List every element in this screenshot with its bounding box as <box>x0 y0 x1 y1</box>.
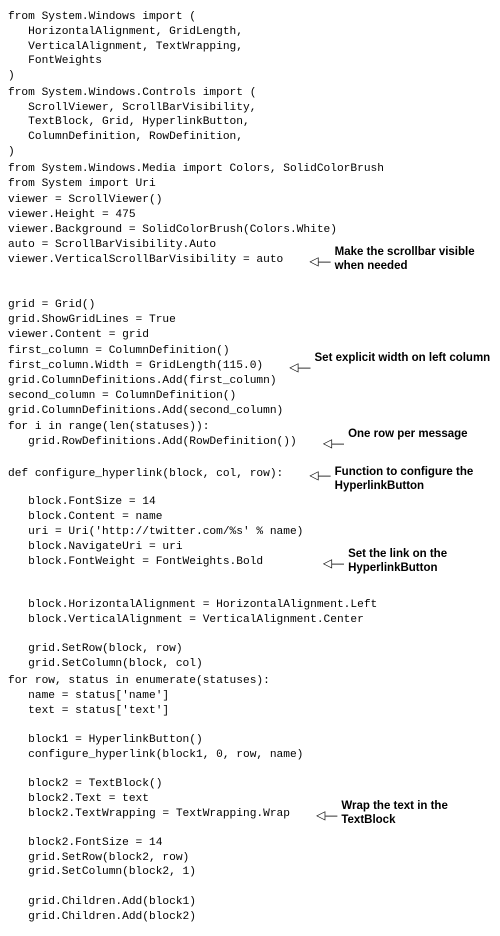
blank-line <box>8 283 492 298</box>
blank-line <box>8 763 492 778</box>
code-first-column-width: first_column.Width = GridLength(115.0) <box>8 359 283 374</box>
annotation-link: Set the link on the HyperlinkButton <box>348 547 492 576</box>
code-loop-add-children: grid.Children.Add(block1) grid.Children.… <box>8 895 492 925</box>
code-loop-header: for row, status in enumerate(statuses): … <box>8 674 492 718</box>
annotation-wrap: Wrap the text in the TextBlock <box>341 799 492 828</box>
blank-line <box>8 718 492 733</box>
code-viewer-auto: auto = ScrollBarVisibility.Auto <box>8 238 216 253</box>
code-imports-media: from System.Windows.Media import Colors,… <box>8 162 492 192</box>
code-first-column-def: first_column = ColumnDefinition() <box>8 344 230 359</box>
blank-line <box>8 628 492 643</box>
code-rows-add: grid.RowDefinitions.Add(RowDefinition()) <box>8 435 317 450</box>
code-fn-alignment: block.HorizontalAlignment = HorizontalAl… <box>8 598 492 628</box>
code-fn-navigateuri: block.NavigateUri = uri <box>8 540 183 555</box>
code-rows-loop: for i in range(len(statuses)): <box>8 420 209 435</box>
code-fn-def: def configure_hyperlink(block, col, row)… <box>8 467 303 482</box>
code-viewer-setup: viewer = ScrollViewer() viewer.Height = … <box>8 193 492 237</box>
arrow-icon: ◁— <box>310 809 341 821</box>
code-fn-content-uri: block.Content = name uri = Uri('http://t… <box>8 510 492 540</box>
annotation-func: Function to configure the HyperlinkButto… <box>335 465 492 494</box>
annotation-rows: One row per message <box>348 427 492 441</box>
arrow-icon: ◁— <box>303 469 334 481</box>
annotation-width: Set explicit width on left column <box>315 351 493 365</box>
code-loop-block2-rest: block2.FontSize = 14 grid.SetRow(block2,… <box>8 836 492 880</box>
code-fn-grid-set: grid.SetRow(block, row) grid.SetColumn(b… <box>8 642 492 672</box>
code-fn-fontweight: block.FontWeight = FontWeights.Bold <box>8 555 317 570</box>
code-loop-wrap: block2.TextWrapping = TextWrapping.Wrap <box>8 807 310 822</box>
code-imports-controls: from System.Windows.Controls import ( Sc… <box>8 86 492 160</box>
code-viewer-visibility: viewer.VerticalScrollBarVisibility = aut… <box>8 253 303 268</box>
code-columns-rest: grid.ColumnDefinitions.Add(first_column)… <box>8 374 492 418</box>
arrow-icon: ◁— <box>283 361 314 373</box>
code-imports-windows: from System.Windows import ( HorizontalA… <box>8 10 492 84</box>
code-loop-block1: block1 = HyperlinkButton() configure_hyp… <box>8 733 492 763</box>
blank-line <box>8 583 492 598</box>
arrow-icon: ◁— <box>317 437 348 449</box>
arrow-icon: ◁— <box>303 255 334 267</box>
blank-line <box>8 880 492 895</box>
annotation-scrollbar: Make the scrollbar visible when needed <box>335 245 492 274</box>
code-grid-setup: grid = Grid() grid.ShowGridLines = True … <box>8 298 492 342</box>
code-fn-fontsize: block.FontSize = 14 <box>8 495 492 510</box>
arrow-icon: ◁— <box>317 557 348 569</box>
